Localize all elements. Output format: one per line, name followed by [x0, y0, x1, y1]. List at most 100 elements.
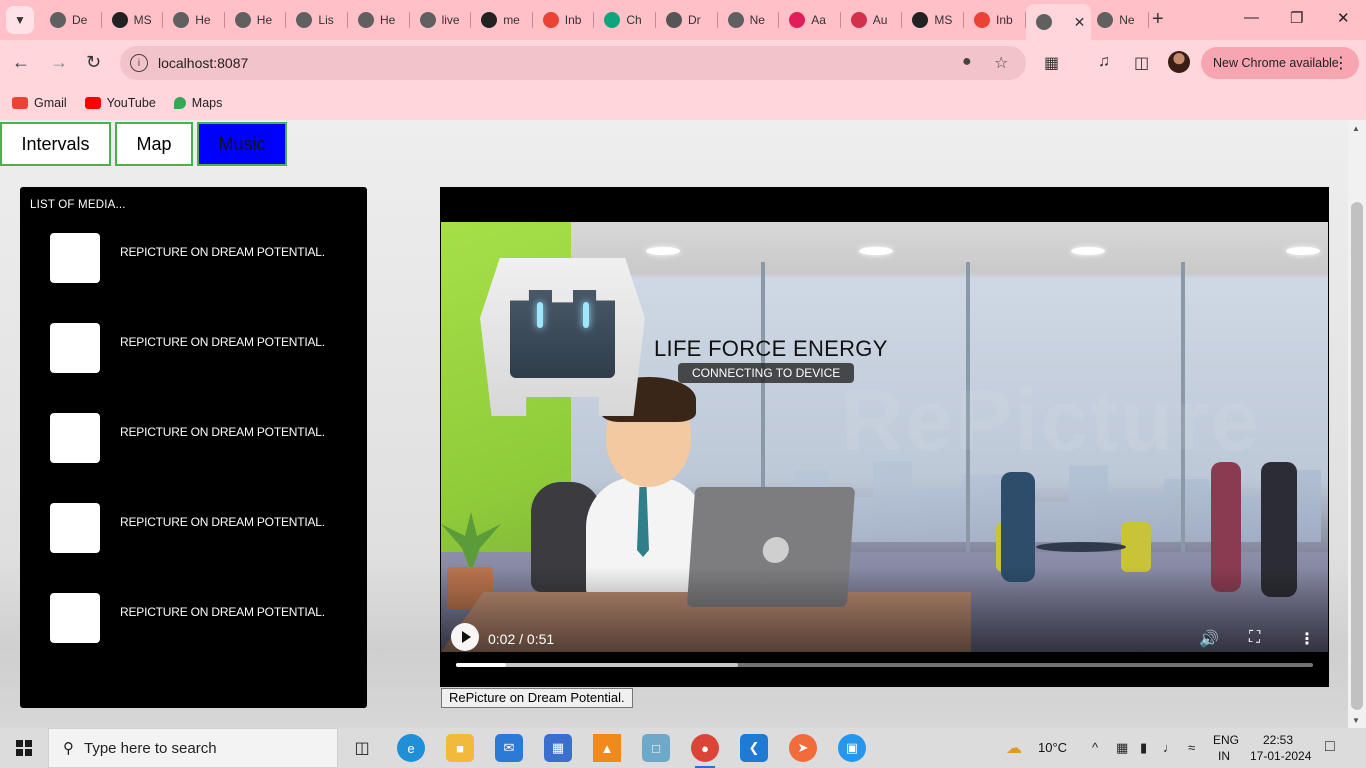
taskbar-search[interactable]: ⚲ Type here to search — [48, 728, 338, 768]
reload-button[interactable]: ↻ — [86, 52, 101, 72]
ceiling-light — [859, 247, 893, 255]
media-list: LIST OF MEDIA... REPICTURE ON DREAM POTE… — [20, 187, 367, 708]
bookmark-gmail[interactable]: Gmail — [12, 96, 67, 110]
browser-tab[interactable]: De — [40, 6, 102, 34]
media-list-item[interactable]: REPICTURE ON DREAM POTENTIAL. — [50, 503, 325, 553]
wifi-icon[interactable]: ≈ — [1188, 740, 1195, 755]
clock-date[interactable]: 17-01-2024 — [1250, 749, 1311, 763]
app-title: LIFE FORCE ENERGY — [654, 336, 888, 361]
browser-tab[interactable]: Lis — [286, 6, 348, 34]
extensions-icon[interactable]: ▦ — [1044, 53, 1059, 73]
speaker-icon[interactable]: ♩ — [1163, 740, 1176, 755]
browser-tab[interactable]: Dr — [656, 6, 718, 34]
browser-tab[interactable]: ✕ — [1025, 4, 1092, 40]
media-list-item[interactable]: REPICTURE ON DREAM POTENTIAL. — [50, 323, 325, 373]
chevron-up-icon[interactable]: ^ — [1092, 740, 1098, 755]
scroll-up-icon[interactable]: ▲ — [1352, 124, 1360, 133]
browser-tab[interactable]: me — [471, 6, 533, 34]
browser-tab[interactable]: Aa — [779, 6, 841, 34]
location-pin-icon[interactable]: ● — [962, 53, 972, 71]
browser-tab[interactable]: Inb — [964, 6, 1026, 34]
docker-icon[interactable]: ▣ — [838, 734, 866, 762]
bookmark-maps[interactable]: Maps — [173, 96, 222, 110]
notes-app-icon[interactable]: □ — [642, 734, 670, 762]
vscode-icon[interactable]: ❮ — [740, 734, 768, 762]
close-tab-icon[interactable]: ✕ — [1074, 14, 1086, 31]
bookmarks-bar: Gmail YouTube Maps — [0, 86, 1366, 120]
browser-tab[interactable]: Au — [841, 6, 903, 34]
side-panel-icon[interactable]: ◫ — [1134, 53, 1149, 73]
browser-tab[interactable]: Ne — [718, 6, 780, 34]
nav-tab-music[interactable]: Music — [197, 122, 287, 166]
media-list-item[interactable]: REPICTURE ON DREAM POTENTIAL. — [50, 593, 325, 643]
notification-icon[interactable]: □ — [1325, 738, 1335, 756]
task-view-icon[interactable]: ◫ — [348, 734, 376, 762]
browser-tab[interactable]: He — [348, 6, 410, 34]
seek-bar[interactable] — [456, 663, 1313, 667]
scroll-down-icon[interactable]: ▼ — [1352, 716, 1360, 725]
volume-icon[interactable]: 🔊 — [1199, 629, 1219, 649]
media-thumbnail — [50, 413, 100, 463]
scroll-thumb[interactable] — [1351, 202, 1363, 710]
close-window-button[interactable]: ✕ — [1337, 9, 1350, 27]
new-tab-button[interactable]: + — [1152, 9, 1164, 29]
video-watermark: RePicture — [841, 373, 1261, 469]
nav-tab-intervals[interactable]: Intervals — [0, 122, 111, 166]
browser-tab[interactable]: He — [225, 6, 287, 34]
restore-button[interactable]: ❐ — [1290, 9, 1303, 27]
chrome-update-button[interactable]: New Chrome available ⋮ — [1201, 47, 1359, 79]
file-explorer-icon[interactable]: ■ — [446, 734, 474, 762]
media-thumbnail — [50, 593, 100, 643]
language-top[interactable]: ENG — [1213, 733, 1239, 747]
mail-icon[interactable]: ✉ — [495, 734, 523, 762]
bookmark-star-icon[interactable]: ☆ — [994, 53, 1008, 73]
laptop-logo — [761, 537, 790, 563]
page-scrollbar[interactable]: ▲ ▼ — [1348, 120, 1366, 728]
bookmark-label: YouTube — [106, 96, 156, 110]
url-text[interactable]: localhost:8087 — [158, 55, 248, 71]
browser-tab[interactable]: He — [163, 6, 225, 34]
media-list-item[interactable]: REPICTURE ON DREAM POTENTIAL. — [50, 413, 325, 463]
browser-tab[interactable]: Ne — [1087, 6, 1149, 34]
fullscreen-icon[interactable]: ⛶ — [1249, 629, 1260, 647]
windows-start-icon[interactable] — [16, 740, 32, 756]
browser-tab[interactable]: Inb — [533, 6, 595, 34]
meet-now-icon[interactable]: ▦ — [1116, 740, 1128, 756]
vlc-icon[interactable]: ▲ — [593, 734, 621, 762]
auth-icon — [850, 12, 867, 28]
browser-tab[interactable]: MS — [902, 6, 964, 34]
media-list-item[interactable]: REPICTURE ON DREAM POTENTIAL. — [50, 233, 325, 283]
edge-icon[interactable]: e — [397, 734, 425, 762]
tab-separator — [1147, 12, 1149, 28]
chrome-icon[interactable]: ● — [691, 734, 719, 768]
media-control-icon[interactable]: ♫ — [1098, 53, 1110, 71]
battery-icon[interactable]: ▮ — [1140, 740, 1147, 756]
microsoft-store-icon[interactable]: ▦ — [544, 734, 572, 762]
ceiling-light — [646, 247, 680, 255]
seek-bar-played — [456, 663, 506, 667]
browser-tab[interactable]: live — [410, 6, 472, 34]
minimize-button[interactable]: — — [1244, 9, 1259, 26]
browser-tab[interactable]: MS — [102, 6, 164, 34]
bookmark-youtube[interactable]: YouTube — [84, 96, 156, 110]
address-bar[interactable]: i localhost:8087 ● ☆ — [120, 46, 1026, 80]
browser-tab[interactable]: Ch — [594, 6, 656, 34]
clock-time[interactable]: 22:53 — [1263, 733, 1293, 747]
forward-button[interactable]: → — [50, 52, 68, 72]
site-info-icon[interactable]: i — [130, 54, 148, 72]
back-button[interactable]: ← — [12, 52, 30, 72]
github-icon — [111, 12, 128, 28]
language-bottom[interactable]: IN — [1218, 749, 1230, 763]
github-icon — [912, 12, 929, 28]
media-item-label: REPICTURE ON DREAM POTENTIAL. — [120, 515, 325, 529]
weather-temp[interactable]: 10°C — [1038, 740, 1067, 755]
postman-icon[interactable]: ➤ — [789, 734, 817, 762]
play-button[interactable] — [451, 623, 479, 651]
browser-tab-label: Ne — [1119, 13, 1135, 27]
more-vert-icon[interactable]: ⋮ — [1299, 629, 1315, 649]
nav-tab-map[interactable]: Map — [115, 122, 193, 166]
profile-avatar[interactable] — [1168, 51, 1190, 73]
tab-search-button[interactable]: ▼ — [6, 6, 34, 34]
weather-icon[interactable]: ☁ — [1006, 738, 1022, 758]
device-status: CONNECTING TO DEVICE — [678, 363, 855, 383]
